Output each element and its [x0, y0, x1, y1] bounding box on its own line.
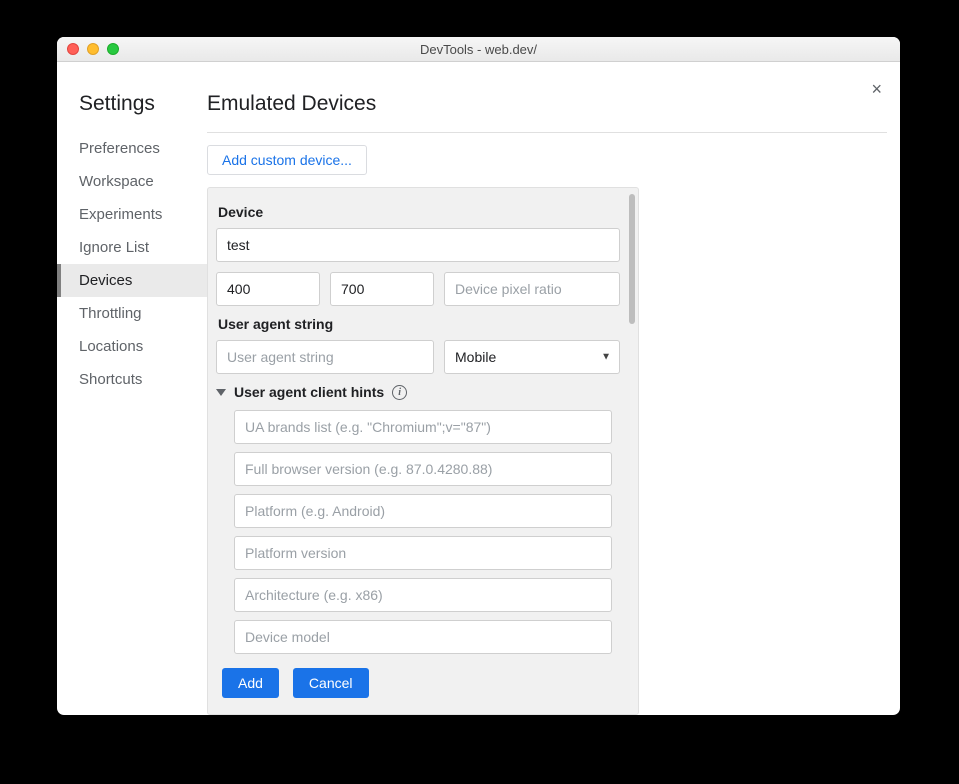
sidebar-item-devices[interactable]: Devices — [57, 264, 207, 297]
device-height-input[interactable] — [330, 272, 434, 306]
info-icon[interactable]: i — [392, 385, 407, 400]
window-titlebar: DevTools - web.dev/ — [57, 37, 900, 62]
sidebar-item-shortcuts[interactable]: Shortcuts — [57, 363, 207, 396]
sidebar-item-preferences[interactable]: Preferences — [57, 132, 207, 165]
ua-type-value: Mobile — [455, 349, 496, 365]
ua-type-select[interactable]: Mobile ▼ — [444, 340, 620, 374]
device-model-input[interactable] — [234, 620, 612, 654]
settings-title: Settings — [57, 92, 207, 116]
add-custom-device-button[interactable]: Add custom device... — [207, 145, 367, 175]
devtools-window: DevTools - web.dev/ × Settings Preferenc… — [57, 37, 900, 715]
client-hints-fields — [216, 410, 638, 654]
ua-brands-input[interactable] — [234, 410, 612, 444]
full-browser-version-input[interactable] — [234, 452, 612, 486]
device-section-label: Device — [216, 204, 638, 220]
add-button[interactable]: Add — [222, 668, 279, 698]
user-agent-input[interactable] — [216, 340, 434, 374]
client-hints-header: User agent client hints i — [216, 384, 638, 400]
device-editor-panel: Device User agent string Mobile ▼ — [207, 187, 639, 715]
sidebar-item-experiments[interactable]: Experiments — [57, 198, 207, 231]
ua-section-label: User agent string — [216, 316, 638, 332]
divider — [207, 132, 887, 133]
settings-sidebar: Settings Preferences Workspace Experimen… — [57, 62, 207, 715]
window-title: DevTools - web.dev/ — [57, 42, 900, 57]
platform-version-input[interactable] — [234, 536, 612, 570]
close-icon[interactable]: × — [871, 80, 882, 98]
sidebar-item-workspace[interactable]: Workspace — [57, 165, 207, 198]
sidebar-item-throttling[interactable]: Throttling — [57, 297, 207, 330]
disclosure-triangle-icon[interactable] — [216, 389, 226, 396]
device-dpr-input[interactable] — [444, 272, 620, 306]
sidebar-item-ignore-list[interactable]: Ignore List — [57, 231, 207, 264]
cancel-button[interactable]: Cancel — [293, 668, 369, 698]
sidebar-item-locations[interactable]: Locations — [57, 330, 207, 363]
settings-content: × Settings Preferences Workspace Experim… — [57, 62, 900, 715]
scrollbar-thumb[interactable] — [629, 194, 635, 324]
client-hints-label: User agent client hints — [234, 384, 384, 400]
device-name-input[interactable] — [216, 228, 620, 262]
page-title: Emulated Devices — [207, 92, 887, 116]
platform-input[interactable] — [234, 494, 612, 528]
architecture-input[interactable] — [234, 578, 612, 612]
panel-scrollbar[interactable] — [629, 194, 635, 708]
device-width-input[interactable] — [216, 272, 320, 306]
settings-main: Emulated Devices Add custom device... De… — [207, 62, 900, 715]
chevron-down-icon: ▼ — [601, 352, 611, 363]
form-buttons: Add Cancel — [216, 668, 638, 698]
